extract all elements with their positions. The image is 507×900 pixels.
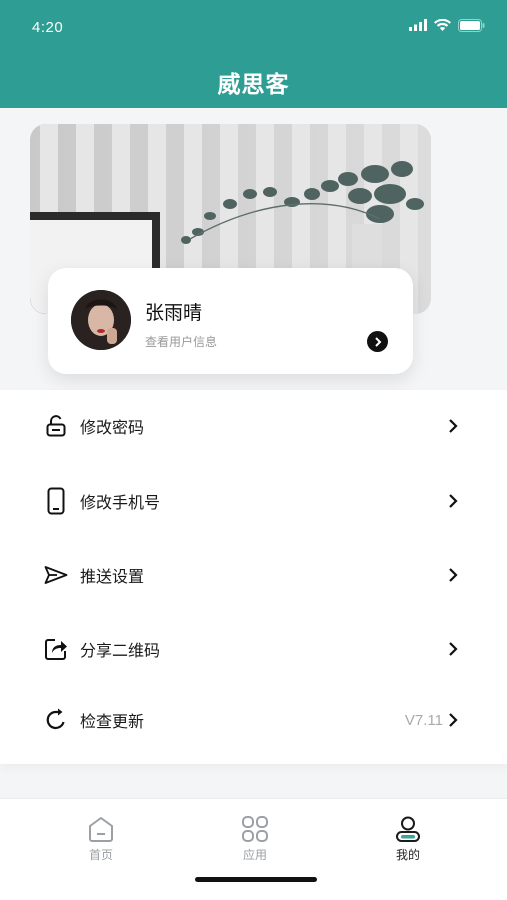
send-icon bbox=[44, 563, 68, 587]
apps-icon bbox=[241, 815, 269, 843]
app-header: 4:20 威思客 bbox=[0, 0, 507, 108]
avatar bbox=[71, 290, 131, 350]
app-version: V7.11 bbox=[404, 711, 443, 729]
tab-label: 首页 bbox=[88, 848, 113, 862]
tab-label: 我的 bbox=[395, 848, 420, 862]
chevron-right-icon bbox=[449, 568, 458, 582]
chevron-right-icon bbox=[449, 494, 458, 508]
view-user-info-link[interactable]: 查看用户信息 bbox=[145, 333, 217, 350]
menu-item-change-phone[interactable]: 修改手机号 bbox=[0, 471, 507, 531]
menu-item-label: 分享二维码 bbox=[80, 643, 161, 660]
menu-item-change-password[interactable]: 修改密码 bbox=[0, 396, 507, 456]
tab-home[interactable]: 首页 bbox=[71, 815, 131, 863]
battery-icon bbox=[458, 18, 485, 32]
menu-item-push-settings[interactable]: 推送设置 bbox=[0, 545, 507, 605]
share-icon bbox=[44, 637, 68, 661]
lock-icon bbox=[44, 414, 68, 438]
chevron-right-icon bbox=[449, 419, 458, 433]
menu-item-label: 检查更新 bbox=[80, 714, 145, 731]
tab-label: 应用 bbox=[242, 848, 267, 862]
phone-icon bbox=[44, 487, 68, 515]
menu-item-label: 修改密码 bbox=[80, 420, 145, 437]
home-indicator bbox=[195, 877, 317, 882]
settings-menu: 修改密码 修改手机号 推送设置 分享二维码 检查更新 V7.11 bbox=[0, 390, 507, 764]
refresh-icon bbox=[44, 708, 68, 732]
menu-item-share-qrcode[interactable]: 分享二维码 bbox=[0, 619, 507, 679]
wifi-icon bbox=[434, 19, 451, 31]
tab-mine[interactable]: 我的 bbox=[378, 815, 438, 863]
chevron-right-icon bbox=[449, 713, 458, 727]
user-name: 张雨晴 bbox=[145, 303, 203, 324]
profile-card[interactable]: 张雨晴 查看用户信息 bbox=[48, 268, 413, 374]
signal-icon bbox=[409, 19, 427, 31]
chevron-right-icon bbox=[449, 642, 458, 656]
menu-item-label: 推送设置 bbox=[80, 569, 145, 586]
user-icon bbox=[394, 815, 422, 843]
bottom-tab-bar: 首页 应用 我的 bbox=[0, 798, 507, 900]
tab-apps[interactable]: 应用 bbox=[225, 815, 285, 863]
page-title: 威思客 bbox=[217, 71, 290, 97]
chevron-right-icon[interactable] bbox=[367, 331, 388, 352]
menu-item-label: 修改手机号 bbox=[80, 495, 161, 512]
status-icons bbox=[409, 17, 485, 33]
menu-item-check-update[interactable]: 检查更新 V7.11 bbox=[0, 690, 507, 750]
home-icon bbox=[87, 815, 115, 843]
status-time: 4:20 bbox=[32, 19, 64, 36]
